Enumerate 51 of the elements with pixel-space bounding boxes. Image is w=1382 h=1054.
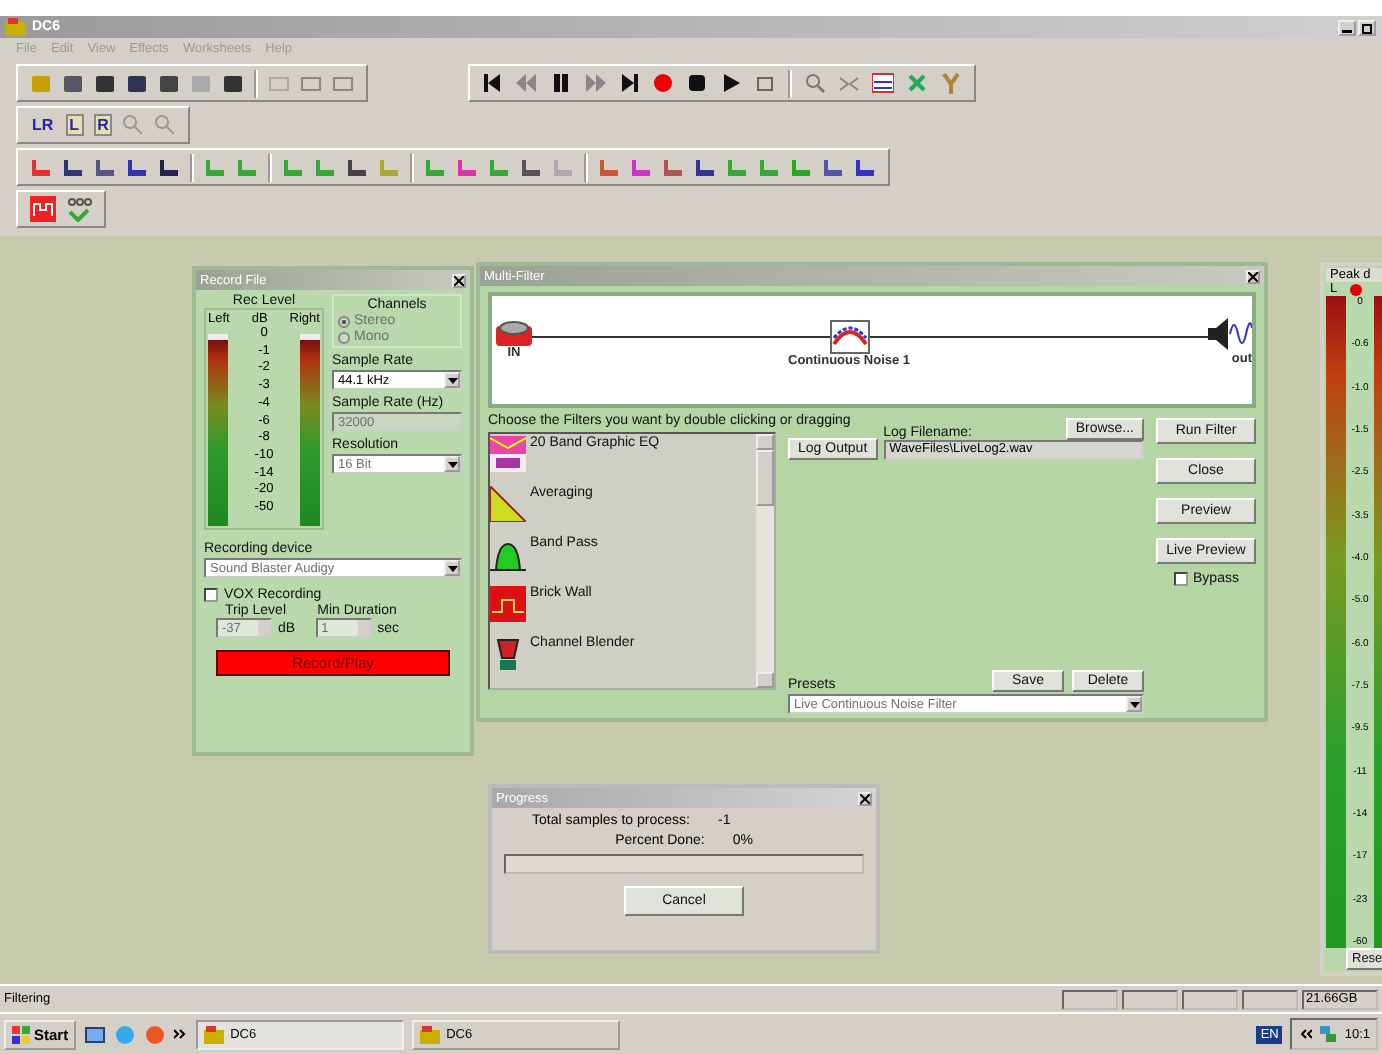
desktop-icon[interactable]: [84, 1023, 107, 1045]
radio-button[interactable]: [338, 315, 350, 327]
close-icon: [454, 275, 464, 285]
status-pane: [1062, 989, 1118, 1009]
close-icon: [860, 793, 870, 803]
checkbox[interactable]: [204, 588, 218, 602]
speaker-icon: [1208, 316, 1252, 352]
play-icon[interactable]: [720, 72, 742, 94]
app-logo-icon: [420, 1025, 441, 1043]
zoom-in-icon[interactable]: [804, 72, 826, 94]
scrollbar[interactable]: [756, 434, 774, 688]
close-button[interactable]: [858, 791, 872, 805]
record-icon[interactable]: [652, 72, 674, 94]
restore-icon: [1361, 21, 1373, 33]
input-device-icon: [496, 320, 532, 346]
dropdown-arrow-icon: [1129, 701, 1139, 707]
windows-logo-icon: [12, 1025, 30, 1043]
checkbox[interactable]: [1173, 572, 1188, 586]
dropdown-arrow-icon: [447, 461, 457, 467]
status-pane: [1242, 989, 1298, 1009]
skip-end-icon[interactable]: [618, 72, 640, 94]
media-icon[interactable]: [144, 1023, 167, 1045]
app-logo-icon: [6, 18, 26, 36]
fork-icon[interactable]: [940, 72, 962, 94]
rewind-icon[interactable]: [516, 72, 538, 94]
stop-icon[interactable]: [686, 72, 708, 94]
zoom-out-icon[interactable]: [838, 72, 860, 94]
fast-forward-icon[interactable]: [584, 72, 606, 94]
status-pane: [1182, 989, 1238, 1009]
loop-icon[interactable]: [754, 72, 776, 94]
close-icon: [1248, 271, 1258, 281]
minimize-button[interactable]: [1338, 19, 1356, 35]
status-pane: [1122, 989, 1178, 1009]
close-button[interactable]: [452, 273, 466, 287]
app-logo-icon: [204, 1025, 225, 1043]
x-icon[interactable]: [906, 72, 928, 94]
radio-button[interactable]: [338, 331, 350, 343]
channel-button[interactable]: L: [65, 114, 84, 136]
channel-button[interactable]: LR: [30, 116, 56, 134]
clip-indicator-icon: [1349, 283, 1362, 295]
dropdown-arrow-icon: [447, 377, 457, 383]
close-button[interactable]: [1246, 269, 1260, 283]
chevron-icon[interactable]: [174, 1027, 189, 1041]
dropdown-arrow-icon: [447, 565, 457, 571]
restore-button[interactable]: [1358, 19, 1376, 35]
skip-start-icon[interactable]: [482, 72, 504, 94]
chevron-icon[interactable]: [1298, 1027, 1313, 1041]
filter-node-icon[interactable]: [829, 320, 870, 354]
channel-button[interactable]: R: [93, 114, 113, 136]
pause-icon[interactable]: [550, 72, 572, 94]
chart-icon[interactable]: [872, 72, 894, 94]
